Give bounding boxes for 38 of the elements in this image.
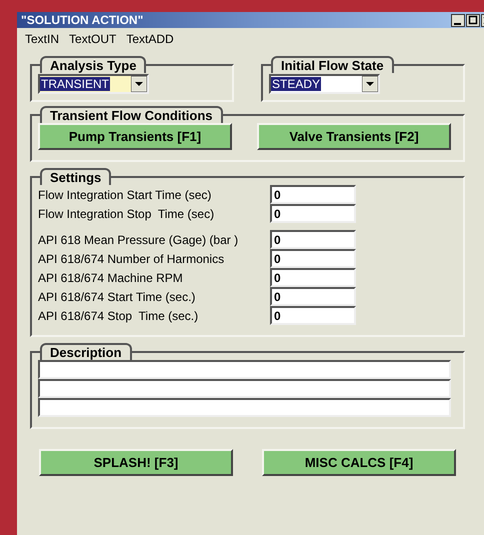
dropdown-value: TRANSIENT bbox=[40, 77, 110, 91]
dropdown-arrow-icon[interactable] bbox=[362, 76, 378, 92]
description-line-field[interactable] bbox=[38, 379, 451, 398]
group-title: Settings bbox=[40, 168, 112, 185]
dropdown[interactable]: STEADY bbox=[269, 74, 380, 94]
value-field[interactable]: 0 bbox=[270, 249, 356, 268]
dropdown[interactable]: TRANSIENT bbox=[38, 74, 149, 94]
dropdown-value: STEADY bbox=[271, 77, 322, 91]
group-title: Description bbox=[40, 343, 132, 360]
description-line-field[interactable] bbox=[38, 360, 451, 379]
value-field[interactable]: 0 bbox=[270, 287, 356, 306]
group-title: Analysis Type bbox=[40, 56, 146, 73]
description-line-field[interactable] bbox=[38, 398, 451, 417]
setting-label: API 618/674 Number of Harmonics bbox=[38, 250, 226, 268]
setting-label: Flow Integration Stop Time (sec) bbox=[38, 206, 216, 222]
action-button[interactable]: Valve Transients [F2] bbox=[257, 123, 451, 150]
menu-item[interactable]: TextADD bbox=[126, 30, 174, 48]
group-title: Transient Flow Conditions bbox=[40, 106, 222, 123]
group-title: Initial Flow State bbox=[271, 56, 394, 73]
maximize-icon[interactable] bbox=[466, 14, 480, 26]
value-field[interactable]: 0 bbox=[270, 230, 356, 249]
value-field[interactable]: 0 bbox=[270, 185, 356, 204]
setting-label: API 618/674 Start Time (sec.) bbox=[38, 288, 196, 306]
minimize-icon[interactable] bbox=[451, 14, 465, 26]
window-title: "SOLUTION ACTION" bbox=[21, 13, 144, 27]
setting-label: API 618/674 Machine RPM bbox=[38, 270, 184, 286]
menu-item[interactable]: TextIN bbox=[25, 30, 60, 48]
setting-label: API 618 Mean Pressure (Gage) (bar ) bbox=[38, 232, 240, 248]
menu-item[interactable]: TextOUT bbox=[69, 30, 116, 48]
dropdown-arrow-icon[interactable] bbox=[131, 76, 147, 92]
action-button[interactable]: MISC CALCS [F4] bbox=[262, 449, 456, 476]
setting-label: Flow Integration Start Time (sec) bbox=[38, 186, 212, 204]
action-button[interactable]: Pump Transients [F1] bbox=[38, 123, 232, 150]
setting-label: API 618/674 Stop Time (sec.) bbox=[38, 308, 200, 324]
action-button[interactable]: SPLASH! [F3] bbox=[39, 449, 233, 476]
value-field[interactable]: 0 bbox=[270, 268, 356, 287]
value-field[interactable]: 0 bbox=[270, 306, 356, 325]
value-field[interactable]: 0 bbox=[270, 204, 356, 223]
